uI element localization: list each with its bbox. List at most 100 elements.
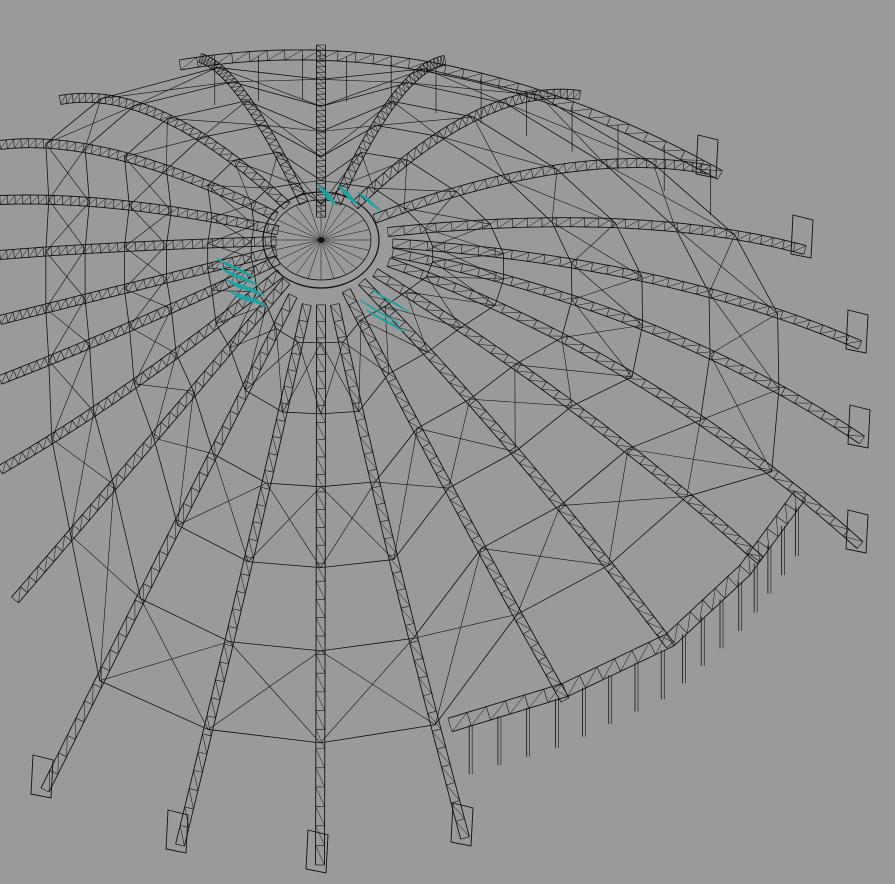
rib-truss-11-rung <box>519 94 523 104</box>
rib-truss-17-rung <box>158 204 161 214</box>
rib-truss-7-rung <box>807 402 813 412</box>
rib-truss-10-rung <box>472 182 476 192</box>
rib-truss-1-diag <box>315 710 326 730</box>
rib-truss-20-rung <box>13 369 17 379</box>
rib-truss-24-rung <box>215 679 225 683</box>
rib-truss-6-diag <box>610 369 631 371</box>
x-brace <box>45 251 86 299</box>
x-brace <box>448 399 471 489</box>
rib-truss-10-diag <box>586 160 597 171</box>
rib-truss-2-rung <box>423 693 432 697</box>
rib-truss-8-diag <box>511 252 529 260</box>
rib-truss-4-rung <box>538 480 547 488</box>
rib-truss-20-rung <box>138 317 143 327</box>
front-ring-rung <box>766 528 779 537</box>
selected-members[interactable] <box>215 184 410 333</box>
rib-truss-4-rung <box>607 566 616 573</box>
rib-truss-23-diag <box>259 351 261 371</box>
rib-truss-18-diag <box>109 242 118 253</box>
front-ring-rung <box>579 675 586 689</box>
rib-truss-24-diag <box>219 661 225 682</box>
rib-truss-7-rung <box>559 291 563 301</box>
rib-truss-5-rung <box>615 437 622 446</box>
rib-truss-9-diag <box>701 227 716 235</box>
rib-truss-17-rung <box>196 210 199 220</box>
rib-truss-22-rung <box>143 442 151 449</box>
rib-truss-7-diag <box>739 372 758 374</box>
rib-truss-2-rung <box>441 764 451 768</box>
rib-truss-11-rung <box>391 165 399 173</box>
rib-truss-3-rung <box>354 313 364 319</box>
rib-truss-4-chord-a <box>358 284 667 648</box>
rib-truss-21-rung <box>106 397 113 405</box>
rib-truss-17-diag <box>70 196 80 206</box>
rib-truss-6-rung <box>843 529 850 537</box>
rib-truss-23-rung <box>288 293 298 299</box>
rib-truss-1-diag <box>315 806 325 826</box>
front-ring-diag <box>724 576 728 599</box>
rib-truss-18-rung <box>58 246 60 256</box>
rib-truss-7-diag <box>753 379 772 381</box>
rib-truss-8-diag <box>427 242 446 251</box>
rib-truss-10-rung <box>448 189 452 198</box>
rib-truss-23-rung <box>92 683 102 689</box>
back-ring-diag <box>680 159 704 161</box>
rib-truss-17-chord-b <box>0 203 278 236</box>
rib-truss-24-diag <box>298 319 305 339</box>
rib-truss-21-rung <box>142 371 149 380</box>
front-ring-rung <box>614 658 621 672</box>
x-brace <box>472 116 507 180</box>
rib-truss-4-rung <box>646 616 655 623</box>
rib-truss-18-rung <box>42 247 45 257</box>
3d-viewport[interactable] <box>0 0 895 884</box>
rib-truss-23-rung <box>222 425 231 431</box>
rib-truss-2-rung <box>384 536 394 540</box>
rib-truss-7-rung <box>724 358 730 367</box>
rib-truss-24-diag <box>276 419 282 439</box>
rib-truss-14-rung <box>254 114 262 121</box>
x-brace <box>674 226 778 314</box>
rib-truss-5-rung <box>566 399 572 408</box>
rib-truss-20-rung <box>5 372 10 382</box>
rib-truss-23-rung <box>229 410 239 416</box>
rib-truss-7-diag <box>443 263 463 269</box>
rib-truss-16-chord-a <box>0 138 279 213</box>
back-ring-chord-b <box>179 49 723 172</box>
rib-truss-5-rung <box>553 390 560 399</box>
rib-truss-8-rung <box>779 310 784 320</box>
rib-truss-3-rung <box>348 300 357 306</box>
x-brace <box>45 201 90 252</box>
rib-truss-8-rung <box>510 250 513 260</box>
back-ring-rung <box>717 170 723 180</box>
rib-truss-5-rung <box>490 345 496 354</box>
x-brace <box>166 118 168 170</box>
rib-truss-18-diag <box>51 246 60 256</box>
rib-truss-9-rung <box>387 227 389 237</box>
x-brace <box>373 187 457 192</box>
rib-truss-18-rung <box>74 245 76 255</box>
rib-truss-7-rung <box>820 411 826 420</box>
rib-truss-17-diag <box>104 199 115 208</box>
rib-truss-24-rung <box>291 352 301 356</box>
oculus-spoke <box>272 239 322 251</box>
rib-truss-8-rung <box>752 301 756 311</box>
rib-truss-5-diag <box>464 335 483 338</box>
rib-truss-13-diag <box>316 50 326 57</box>
x-brace <box>561 324 643 338</box>
rib-truss-16-rung <box>0 142 1 150</box>
dome-wireframe-model[interactable] <box>0 0 895 884</box>
rib-truss-1-diag <box>316 527 326 546</box>
rib-truss-19-rung <box>181 269 185 279</box>
rib-truss-17-diag <box>225 217 238 225</box>
rib-truss-20-rung <box>94 336 99 346</box>
rib-truss-15-rung <box>58 95 62 105</box>
rib-truss-9-rung <box>760 235 763 245</box>
rib-truss-7-rung <box>408 251 412 261</box>
rib-truss-4-rung <box>588 541 596 548</box>
rib-truss-8-rung <box>766 306 770 315</box>
rib-truss-6-rung <box>801 493 808 502</box>
oculus-spoke <box>295 205 322 241</box>
rib-truss-15-rung <box>259 179 266 187</box>
rib-truss-19-rung <box>242 254 246 264</box>
rib-truss-24-diag <box>206 715 212 737</box>
